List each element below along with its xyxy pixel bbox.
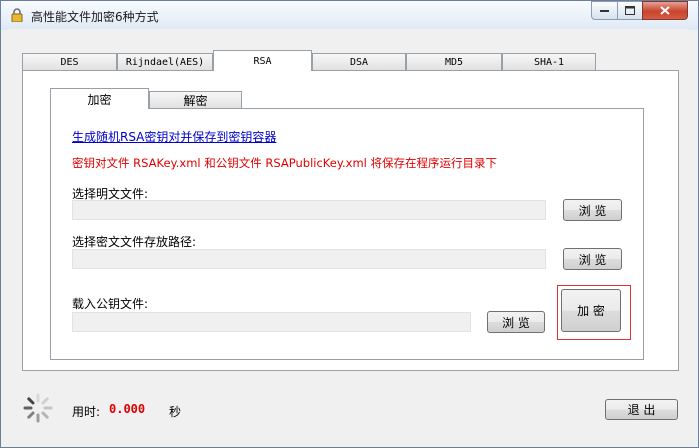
tab-md5[interactable]: MD5 <box>406 53 502 71</box>
minimize-button[interactable] <box>591 1 618 20</box>
tab-rsa[interactable]: RSA <box>213 50 312 71</box>
tab-dsa[interactable]: DSA <box>312 53 406 71</box>
loading-spinner-icon <box>23 393 53 423</box>
close-button[interactable] <box>642 1 688 20</box>
elapsed-time-label: 用时: <box>72 405 101 419</box>
close-icon <box>660 6 670 15</box>
encrypt-button[interactable]: 加 密 <box>561 289 621 332</box>
tab-encrypt[interactable]: 加密 <box>50 88 149 109</box>
key-file-note: 密钥对文件 RSAKey.xml 和公钥文件 RSAPublicKey.xml … <box>72 156 498 170</box>
cipher-path-field[interactable] <box>72 249 546 269</box>
elapsed-time-value: 0.000 <box>109 402 146 416</box>
browse-pubkey-button[interactable]: 浏 览 <box>487 311 545 333</box>
lock-icon <box>11 8 23 22</box>
tab-decrypt[interactable]: 解密 <box>149 91 242 109</box>
maximize-icon <box>625 6 635 15</box>
tab-rijndael[interactable]: Rijndael(AES) <box>117 53 213 71</box>
tab-sha1[interactable]: SHA-1 <box>502 53 596 71</box>
window-title: 高性能文件加密6种方式 <box>31 10 159 24</box>
title-bar[interactable]: 高性能文件加密6种方式 <box>1 1 698 30</box>
pubkey-file-label: 载入公钥文件: <box>72 297 149 311</box>
generate-keypair-link[interactable]: 生成随机RSA密钥对并保存到密钥容器 <box>72 128 276 145</box>
minimize-icon <box>600 9 609 12</box>
browse-plain-button[interactable]: 浏 览 <box>563 199 622 221</box>
cipher-path-label: 选择密文文件存放路径: <box>72 235 197 249</box>
browse-cipher-button[interactable]: 浏 览 <box>563 248 622 270</box>
exit-button[interactable]: 退 出 <box>605 399 678 420</box>
pubkey-file-field[interactable] <box>72 312 471 332</box>
plain-file-field[interactable] <box>72 200 546 220</box>
maximize-button[interactable] <box>617 1 643 20</box>
tab-des[interactable]: DES <box>22 53 117 71</box>
seconds-unit: 秒 <box>169 405 182 419</box>
